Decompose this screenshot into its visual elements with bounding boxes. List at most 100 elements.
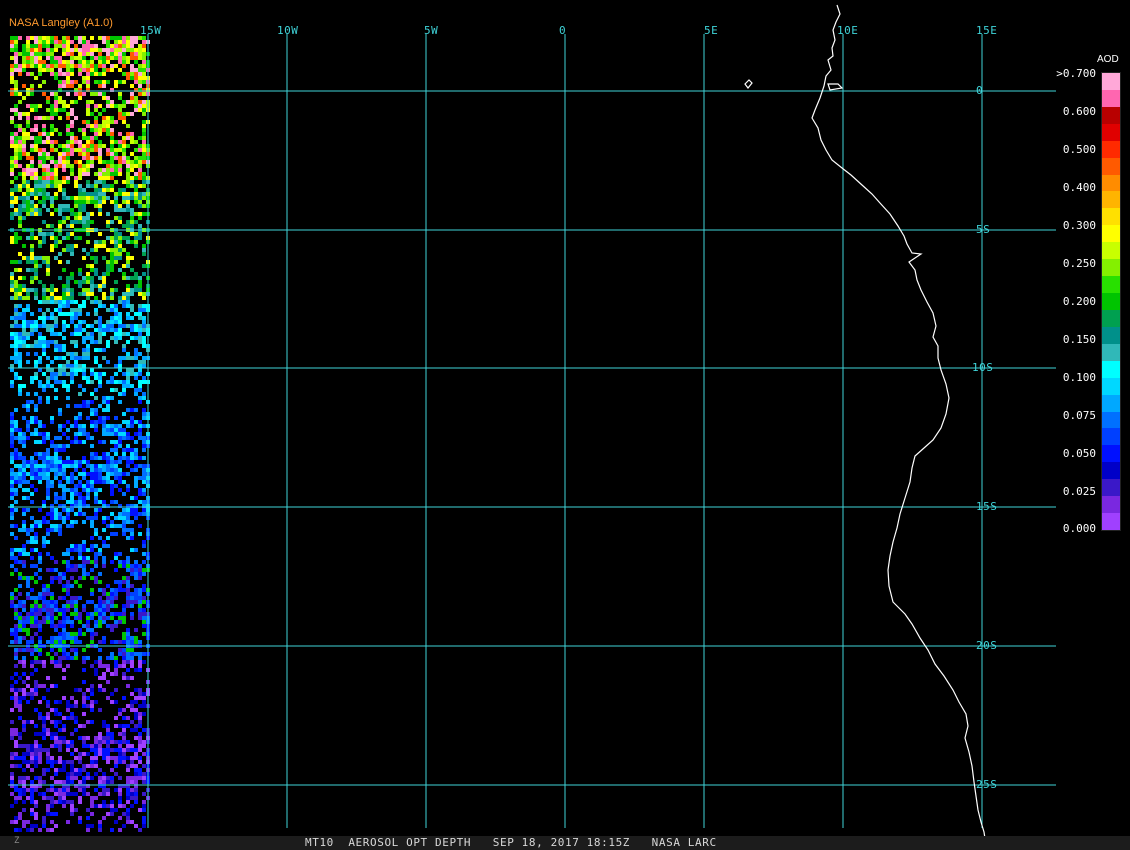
aod-pixel — [122, 432, 126, 436]
aod-pixel — [30, 212, 34, 216]
aod-pixel — [18, 172, 22, 176]
aod-pixel — [142, 308, 146, 312]
aod-pixel — [142, 620, 146, 624]
aod-pixel — [50, 608, 54, 612]
aod-pixel — [38, 468, 42, 472]
aod-pixel — [110, 320, 114, 324]
aod-pixel — [38, 152, 42, 156]
aod-pixel — [78, 768, 82, 772]
aod-pixel — [70, 752, 74, 756]
aod-pixel — [110, 740, 114, 744]
aod-pixel — [90, 60, 94, 64]
aod-pixel — [54, 812, 58, 816]
aod-pixel — [126, 420, 130, 424]
aod-pixel — [98, 776, 102, 780]
aod-pixel — [34, 376, 38, 380]
aod-pixel — [50, 296, 54, 300]
aod-pixel — [106, 792, 110, 796]
aod-pixel — [30, 516, 34, 520]
colorbar-swatch — [1102, 496, 1120, 514]
aod-pixel — [42, 312, 46, 316]
aod-pixel — [62, 60, 66, 64]
aod-pixel — [10, 260, 14, 264]
aod-pixel — [58, 356, 62, 360]
aod-pixel — [78, 412, 82, 416]
aod-pixel — [122, 480, 126, 484]
aod-pixel — [110, 588, 114, 592]
aod-pixel — [26, 584, 30, 588]
aod-pixel — [62, 368, 66, 372]
aod-pixel — [106, 624, 110, 628]
aod-pixel — [126, 456, 130, 460]
aod-pixel — [14, 144, 18, 148]
aod-pixel — [10, 196, 14, 200]
aod-pixel — [102, 664, 106, 668]
aod-pixel — [78, 356, 82, 360]
aod-pixel — [38, 360, 42, 364]
aod-pixel — [42, 736, 46, 740]
legend-tick-label: 0.050 — [1062, 447, 1096, 460]
aod-pixel — [138, 756, 142, 760]
aod-pixel — [98, 684, 102, 688]
aod-pixel — [50, 796, 54, 800]
aod-pixel — [18, 452, 22, 456]
aod-pixel — [142, 48, 146, 52]
aod-pixel — [38, 648, 42, 652]
aod-pixel — [74, 648, 78, 652]
aod-pixel — [62, 648, 66, 652]
aod-pixel — [50, 284, 54, 288]
aod-pixel — [54, 616, 58, 620]
aod-pixel — [86, 416, 90, 420]
aod-pixel — [94, 48, 98, 52]
aod-pixel — [134, 140, 138, 144]
aod-pixel — [138, 656, 142, 660]
aod-pixel — [30, 168, 34, 172]
aod-pixel — [14, 616, 18, 620]
aod-pixel — [138, 372, 142, 376]
aod-pixel — [58, 160, 62, 164]
aod-pixel — [138, 316, 142, 320]
aod-pixel — [86, 264, 90, 268]
aod-pixel — [54, 576, 58, 580]
aod-pixel — [82, 352, 86, 356]
aod-pixel — [82, 220, 86, 224]
aod-pixel — [66, 124, 70, 128]
aod-pixel — [134, 420, 138, 424]
aod-pixel — [10, 492, 14, 496]
aod-pixel — [70, 768, 74, 772]
aod-pixel — [118, 616, 122, 620]
aod-pixel — [70, 712, 74, 716]
aod-pixel — [54, 760, 58, 764]
aod-pixel — [78, 484, 82, 488]
aod-pixel — [122, 136, 126, 140]
aod-pixel — [66, 588, 70, 592]
aod-pixel — [142, 728, 146, 732]
aod-pixel — [118, 336, 122, 340]
aod-pixel — [58, 484, 62, 488]
aod-pixel — [126, 76, 130, 80]
aod-pixel — [74, 484, 78, 488]
aod-pixel — [18, 456, 22, 460]
aod-pixel — [114, 288, 118, 292]
aod-pixel — [82, 712, 86, 716]
aod-pixel — [142, 56, 146, 60]
aod-pixel — [14, 64, 18, 68]
aod-pixel — [62, 588, 66, 592]
aod-pixel — [78, 164, 82, 168]
aod-pixel — [90, 336, 94, 340]
aod-pixel — [98, 640, 102, 644]
aod-pixel — [54, 792, 58, 796]
aod-pixel — [38, 60, 42, 64]
aod-pixel — [114, 52, 118, 56]
aod-pixel — [90, 776, 94, 780]
aod-pixel — [74, 64, 78, 68]
aod-pixel — [30, 536, 34, 540]
aod-pixel — [74, 636, 78, 640]
aod-pixel — [86, 380, 90, 384]
aod-pixel — [70, 276, 74, 280]
aod-pixel — [70, 368, 74, 372]
aod-pixel — [46, 100, 50, 104]
aod-pixel — [98, 488, 102, 492]
aod-pixel — [122, 732, 126, 736]
aod-pixel — [78, 472, 82, 476]
